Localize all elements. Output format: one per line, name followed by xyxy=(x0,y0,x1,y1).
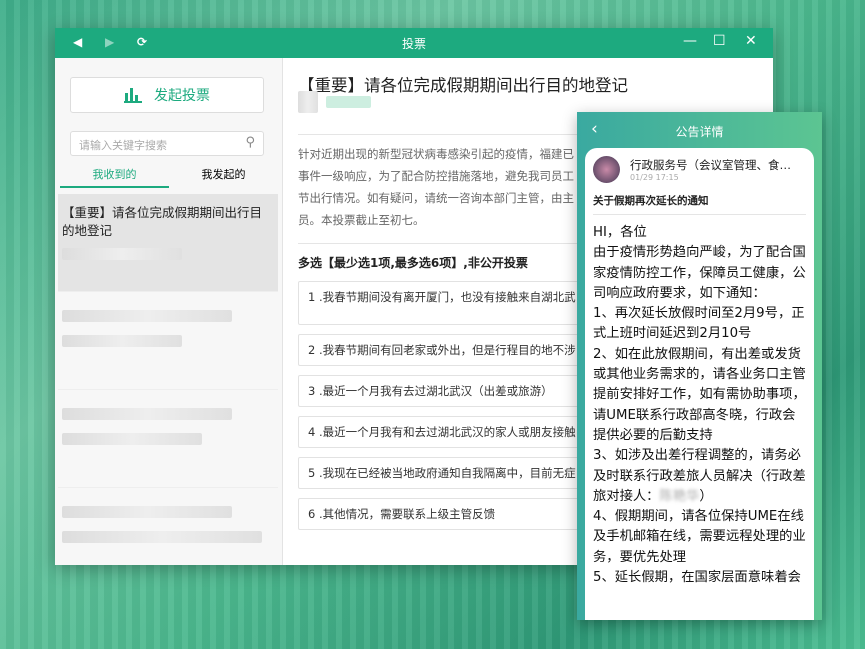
notice-panel: ‹ 公告详情 行政服务号（会议室管理、食堂、... 01/29 17:15 关于… xyxy=(577,112,822,620)
blurred-meta xyxy=(62,310,232,322)
author-avatar xyxy=(298,91,318,113)
masked-name: 陈艳华 xyxy=(659,488,700,504)
notice-time: 01/29 17:15 xyxy=(630,173,679,182)
bar-chart-icon xyxy=(124,88,142,103)
tab-sent[interactable]: 我发起的 xyxy=(169,166,278,188)
tab-received[interactable]: 我收到的 xyxy=(60,166,169,188)
notice-body-text: HI，各位 由于疫情形势趋向严峻，为了配合国家疫情防控工作，保障员工健康，公司响… xyxy=(593,225,806,504)
list-item[interactable]: 【重要】请各位完成假期期间出行目的地登记 xyxy=(58,194,278,292)
notice-title: 关于假期再次延长的通知 xyxy=(593,193,806,215)
avatar xyxy=(593,156,620,183)
start-vote-label: 发起投票 xyxy=(154,88,210,104)
title-bar: ◀ ▶ ⟳ 投票 — ☐ ✕ xyxy=(55,28,773,58)
blurred-meta xyxy=(62,335,182,347)
sidebar: 发起投票 请输入关键字搜索 ⚲ 我收到的 我发起的 【重要】请各位完成假期期间出… xyxy=(55,58,283,565)
list-item[interactable] xyxy=(58,488,278,565)
blurred-meta xyxy=(62,433,202,445)
blurred-meta xyxy=(62,248,182,260)
maximize-button[interactable]: ☐ xyxy=(713,33,726,49)
vote-title: 【重要】请各位完成假期期间出行目的地登记 xyxy=(298,76,628,95)
blurred-meta xyxy=(62,531,262,543)
close-button[interactable]: ✕ xyxy=(745,33,757,49)
blurred-meta xyxy=(62,408,232,420)
notice-body: HI，各位 由于疫情形势趋向严峻，为了配合国家疫情防控工作，保障员工健康，公司响… xyxy=(593,223,806,588)
vote-list: 【重要】请各位完成假期期间出行目的地登记 xyxy=(58,194,278,565)
search-icon[interactable]: ⚲ xyxy=(245,135,255,150)
search-placeholder: 请输入关键字搜索 xyxy=(79,139,167,152)
minimize-button[interactable]: — xyxy=(683,33,697,49)
notice-header-title: 公告详情 xyxy=(675,125,724,139)
window-title: 投票 xyxy=(401,37,426,51)
list-item[interactable] xyxy=(58,292,278,390)
notice-header: ‹ 公告详情 xyxy=(577,112,822,150)
sender-row: 行政服务号（会议室管理、食堂、... 01/29 17:15 xyxy=(593,156,806,183)
start-vote-button[interactable]: 发起投票 xyxy=(70,77,264,113)
list-item-title: 【重要】请各位完成假期期间出行目的地登记 xyxy=(62,205,263,238)
search-input[interactable]: 请输入关键字搜索 ⚲ xyxy=(70,131,264,156)
back-chevron-icon[interactable]: ‹ xyxy=(591,119,598,139)
notice-card: 行政服务号（会议室管理、食堂、... 01/29 17:15 关于假期再次延长的… xyxy=(585,148,814,620)
list-item[interactable] xyxy=(58,390,278,488)
sender-name: 行政服务号（会议室管理、食堂、... xyxy=(630,158,800,172)
author-name-blurred xyxy=(326,96,371,108)
blurred-meta xyxy=(62,506,232,518)
tabs: 我收到的 我发起的 xyxy=(60,166,278,188)
